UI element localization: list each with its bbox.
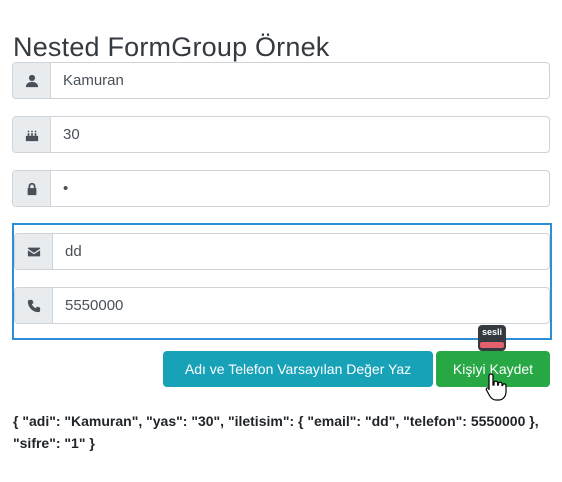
page-title: Nested FormGroup Örnek [13,32,330,63]
contact-formgroup [12,223,552,340]
phone-icon [15,288,53,323]
age-input[interactable] [51,117,549,152]
sesli-label: sesli [481,327,503,337]
email-input[interactable] [53,234,549,269]
sesli-bar [480,342,504,348]
email-input-group [14,233,550,270]
password-input-group [12,170,550,207]
form-value-json-output: { "adi": "Kamuran", "yas": "30", "iletis… [13,413,539,451]
age-input-group [12,116,550,153]
birthday-cake-icon [13,117,51,152]
lock-icon [13,171,51,206]
envelope-icon [15,234,53,269]
sesli-overlay-badge: sesli [478,325,506,351]
phone-input-group [14,287,550,324]
user-icon [13,63,51,98]
hand-cursor-icon [485,373,507,401]
set-default-values-button[interactable]: Adı ve Telefon Varsayılan Değer Yaz [163,351,433,387]
password-input[interactable] [51,171,549,206]
name-input[interactable] [51,63,549,98]
phone-input[interactable] [53,288,549,323]
name-input-group [12,62,550,99]
